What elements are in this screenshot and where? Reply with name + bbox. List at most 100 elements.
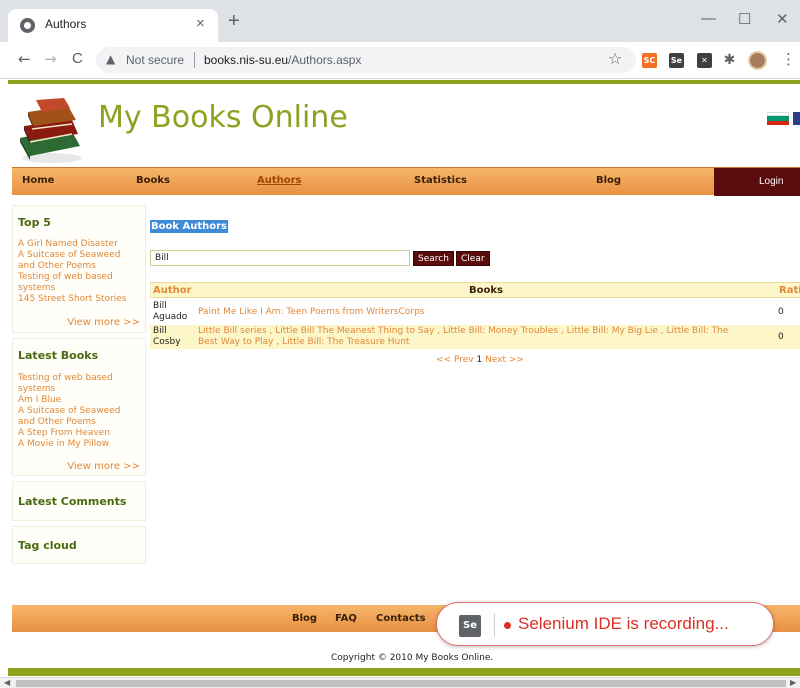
selenium-recording-badge[interactable]: Se Selenium IDE is recording... <box>436 602 774 646</box>
nav-blog[interactable]: Blog <box>596 175 621 186</box>
latest-books-view-more-link[interactable]: View more >> <box>67 461 140 472</box>
latest-book-link[interactable]: systems <box>18 384 120 395</box>
author-cell: Bill Aguado <box>153 301 187 323</box>
tag-cloud-box: Tag cloud <box>12 526 146 564</box>
page-heading: Book Authors <box>150 220 229 233</box>
x-extension-icon[interactable]: ✕ <box>697 53 712 68</box>
site-title: My Books Online <box>98 100 348 135</box>
column-books: Books <box>469 285 503 296</box>
footer-blog-link[interactable]: Blog <box>292 613 317 624</box>
latest-comments-box: Latest Comments <box>12 481 146 521</box>
author-search-input[interactable] <box>150 250 410 266</box>
top5-link[interactable]: A Girl Named Disaster <box>18 239 126 250</box>
new-tab-button[interactable]: + <box>228 11 240 31</box>
copyright-text: Copyright © 2010 My Books Online. <box>331 653 494 663</box>
sc-extension-icon[interactable]: SC <box>642 53 657 68</box>
book-link[interactable]: Paint Me Like I Am: Teen Poems from Writ… <box>198 307 758 318</box>
nav-statistics[interactable]: Statistics <box>414 175 467 186</box>
bulgarian-flag-icon[interactable] <box>767 112 789 125</box>
maximize-window-button[interactable]: ☐ <box>738 10 751 28</box>
books-cell: Little Bill series , Little Bill The Mea… <box>198 326 758 348</box>
latest-book-link[interactable]: Testing of web based <box>18 373 120 384</box>
selenium-logo-icon: Se <box>459 615 481 637</box>
books-logo-icon[interactable] <box>14 98 86 164</box>
nav-authors[interactable]: Authors <box>257 175 302 186</box>
reload-button[interactable]: C <box>72 50 83 67</box>
url-host: books.nis-su.eu <box>204 53 289 67</box>
login-label: Login <box>759 176 784 187</box>
footer-contacts-link[interactable]: Contacts <box>376 613 426 624</box>
top5-link[interactable]: Testing of web based <box>18 272 126 283</box>
prev-page-link[interactable]: << Prev <box>436 355 474 365</box>
globe-icon <box>20 18 35 33</box>
footer-accent-line <box>8 668 800 676</box>
english-flag-icon[interactable] <box>793 112 800 125</box>
horizontal-scrollbar[interactable]: ◀ ▶ <box>0 677 800 688</box>
authors-table-header: Author Books Rati <box>150 282 800 298</box>
scrollbar-thumb[interactable] <box>16 680 786 687</box>
close-tab-icon[interactable]: × <box>196 15 205 32</box>
top5-link[interactable]: A Suitcase of Seaweed <box>18 250 126 261</box>
current-page: 1 <box>476 355 483 365</box>
clear-button[interactable]: Clear <box>456 251 490 266</box>
tab-title: Authors <box>45 17 87 31</box>
top5-link[interactable]: 145 Street Short Stories <box>18 294 126 305</box>
latest-book-link[interactable]: and Other Poems <box>18 417 120 428</box>
latest-book-link[interactable]: Am I Blue <box>18 395 120 406</box>
column-author[interactable]: Author <box>153 285 192 296</box>
browser-toolbar: ← → C ▲ Not secure books.nis-su.eu/Autho… <box>0 42 800 79</box>
tag-cloud-title: Tag cloud <box>18 539 77 552</box>
url-text[interactable]: books.nis-su.eu/Authors.aspx <box>204 53 361 67</box>
latest-book-link[interactable]: A Movie in My Pillow <box>18 439 120 450</box>
book-links-line[interactable]: Little Bill series , Little Bill The Mea… <box>198 326 758 337</box>
badge-divider <box>494 613 495 637</box>
pagination: << Prev 1 Next >> <box>436 355 524 365</box>
profile-avatar[interactable] <box>748 51 767 70</box>
browser-tab[interactable]: Authors × <box>8 9 218 42</box>
top5-view-more-link[interactable]: View more >> <box>67 317 140 328</box>
address-bar[interactable]: ▲ Not secure books.nis-su.eu/Authors.asp… <box>96 47 636 73</box>
books-cell: Paint Me Like I Am: Teen Poems from Writ… <box>198 307 758 318</box>
table-row: Bill Cosby Little Bill series , Little B… <box>150 325 800 349</box>
back-button[interactable]: ← <box>18 50 31 68</box>
author-first-name: Bill <box>153 326 167 336</box>
top5-link[interactable]: and Other Poems <box>18 261 126 272</box>
latest-comments-title: Latest Comments <box>18 495 127 508</box>
login-button[interactable]: Login <box>714 168 800 196</box>
bookmark-star-icon[interactable]: ☆ <box>608 49 622 68</box>
footer-faq-link[interactable]: FAQ <box>335 613 357 624</box>
omnibox-divider <box>194 52 195 68</box>
next-page-link[interactable]: Next >> <box>485 355 524 365</box>
warning-icon[interactable]: ▲ <box>106 52 115 66</box>
latest-books-title: Latest Books <box>18 349 99 362</box>
scroll-right-icon[interactable]: ▶ <box>790 678 796 687</box>
latest-books-box: Latest Books Testing of web based system… <box>12 338 146 476</box>
recording-status: Selenium IDE is recording... <box>518 614 729 633</box>
column-rating[interactable]: Rati <box>779 285 800 296</box>
author-last-name: Cosby <box>153 337 181 347</box>
header-accent-line <box>8 80 800 84</box>
search-button[interactable]: Search <box>413 251 454 266</box>
book-links-line[interactable]: Best Way to Play , Little Bill: The Trea… <box>198 337 758 348</box>
top5-title: Top 5 <box>18 216 51 229</box>
latest-book-link[interactable]: A Suitcase of Seaweed <box>18 406 120 417</box>
rating-cell: 0 <box>778 332 784 342</box>
recording-dot-icon <box>504 622 511 629</box>
nav-home[interactable]: Home <box>22 175 54 186</box>
latest-books-list: Testing of web based systems Am I Blue A… <box>18 373 120 450</box>
top5-box: Top 5 A Girl Named Disaster A Suitcase o… <box>12 205 146 333</box>
scroll-left-icon[interactable]: ◀ <box>4 678 10 687</box>
minimize-window-button[interactable]: — <box>701 10 716 27</box>
security-label[interactable]: Not secure <box>126 53 184 67</box>
author-first-name: Bill <box>153 301 167 311</box>
url-path: /Authors.aspx <box>288 53 362 67</box>
latest-book-link[interactable]: A Step From Heaven <box>18 428 120 439</box>
close-window-button[interactable]: ✕ <box>776 10 789 28</box>
browser-menu-icon[interactable]: ⋮ <box>781 50 796 68</box>
extensions-puzzle-icon[interactable]: ✱ <box>722 53 737 68</box>
table-row: Bill Aguado Paint Me Like I Am: Teen Poe… <box>150 300 800 324</box>
top5-link[interactable]: systems <box>18 283 126 294</box>
forward-button[interactable]: → <box>44 50 57 68</box>
selenium-extension-icon[interactable]: Se <box>669 53 684 68</box>
nav-books[interactable]: Books <box>136 175 170 186</box>
